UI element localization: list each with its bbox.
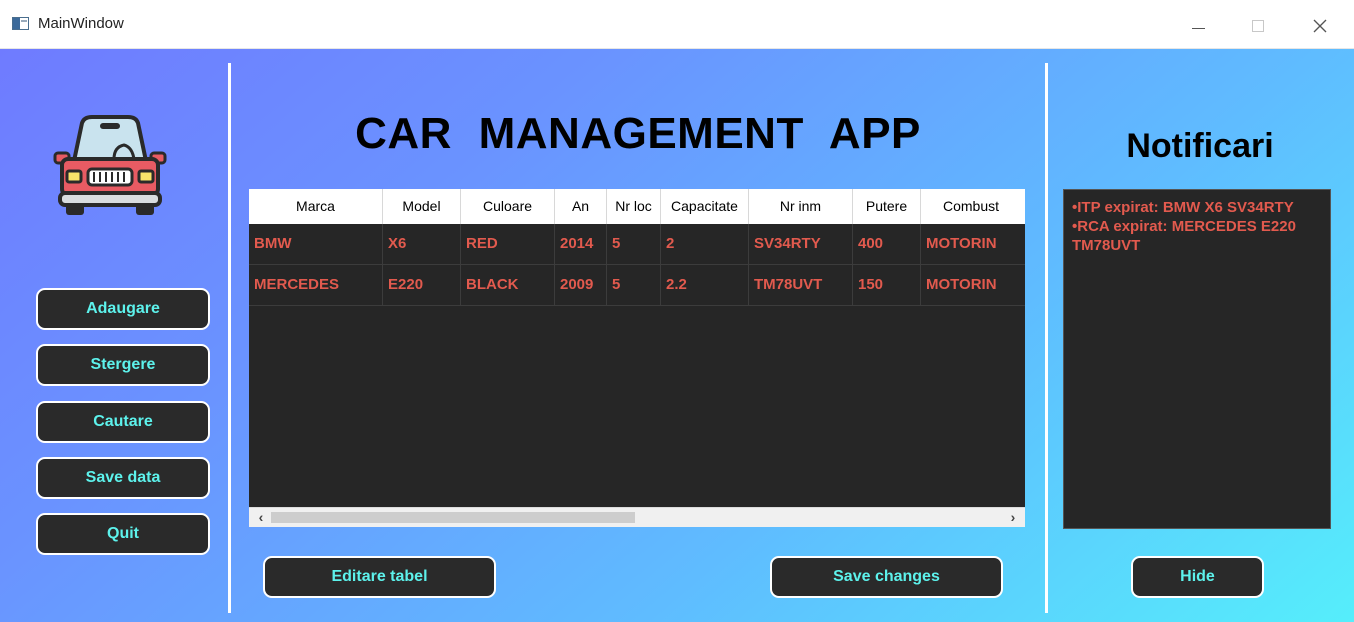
client-area: Adaugare Stergere Cautare Save data Quit… <box>0 49 1354 622</box>
quit-button[interactable]: Quit <box>36 513 210 555</box>
table-row[interactable]: MERCEDES E220 BLACK 2009 5 2.2 TM78UVT 1… <box>249 265 1025 306</box>
table-cell[interactable]: SV34RTY <box>749 224 853 264</box>
adaugare-button[interactable]: Adaugare <box>36 288 210 330</box>
hide-button[interactable]: Hide <box>1131 556 1264 598</box>
table-cell[interactable]: 5 <box>607 224 661 264</box>
window-title: MainWindow <box>38 15 124 32</box>
notifications-panel: •ITP expirat: BMW X6 SV34RTY •RCA expira… <box>1063 189 1331 529</box>
page-title: CAR MANAGEMENT APP <box>355 109 921 158</box>
chevron-left-icon[interactable]: ‹ <box>251 508 271 527</box>
close-icon <box>1313 19 1327 33</box>
notifications-title: Notificari <box>1126 127 1274 165</box>
column-header[interactable]: An <box>555 189 607 224</box>
table-cell[interactable]: MERCEDES <box>249 265 383 305</box>
column-header[interactable]: Nr loc <box>607 189 661 224</box>
notification-item: •RCA expirat: MERCEDES E220 TM78UVT <box>1072 218 1296 254</box>
table-cell[interactable]: TM78UVT <box>749 265 853 305</box>
right-divider <box>1045 63 1048 613</box>
table-cell[interactable]: 400 <box>853 224 921 264</box>
title-bar: MainWindow <box>0 0 1354 49</box>
table-cell[interactable]: MOTORIN <box>921 224 1025 264</box>
table-cell[interactable]: 5 <box>607 265 661 305</box>
table-cell[interactable]: RED <box>461 224 555 264</box>
left-divider <box>228 63 231 613</box>
table-cell[interactable]: BMW <box>249 224 383 264</box>
stergere-button[interactable]: Stergere <box>36 344 210 386</box>
main-window: MainWindow Adaugare Stergere Cautare Sav… <box>0 0 1354 622</box>
notification-item: •ITP expirat: BMW X6 SV34RTY <box>1072 199 1294 216</box>
minimize-button[interactable] <box>1170 6 1226 46</box>
column-header[interactable]: Culoare <box>461 189 555 224</box>
column-header[interactable]: Model <box>383 189 461 224</box>
close-button[interactable] <box>1292 6 1348 46</box>
car-icon <box>53 115 167 215</box>
table-cell[interactable]: BLACK <box>461 265 555 305</box>
table-body: BMW X6 RED 2014 5 2 SV34RTY 400 MOTORIN … <box>249 224 1025 306</box>
save-changes-button[interactable]: Save changes <box>770 556 1003 598</box>
column-header[interactable]: Combust <box>921 189 1025 224</box>
cautare-button[interactable]: Cautare <box>36 401 210 443</box>
chevron-right-icon[interactable]: › <box>1003 508 1023 527</box>
table-cell[interactable]: 2014 <box>555 224 607 264</box>
table-cell[interactable]: 2.2 <box>661 265 749 305</box>
app-window-icon <box>12 17 29 30</box>
table-header: Marca Model Culoare An Nr loc Capacitate… <box>249 189 1025 224</box>
table-row[interactable]: BMW X6 RED 2014 5 2 SV34RTY 400 MOTORIN <box>249 224 1025 265</box>
table-cell[interactable]: MOTORIN <box>921 265 1025 305</box>
column-header[interactable]: Capacitate <box>661 189 749 224</box>
table-cell[interactable]: 2009 <box>555 265 607 305</box>
table-cell[interactable]: 150 <box>853 265 921 305</box>
cars-table[interactable]: Marca Model Culoare An Nr loc Capacitate… <box>249 189 1025 527</box>
column-header[interactable]: Nr inm <box>749 189 853 224</box>
column-header[interactable]: Marca <box>249 189 383 224</box>
edit-table-button[interactable]: Editare tabel <box>263 556 496 598</box>
save-data-button[interactable]: Save data <box>36 457 210 499</box>
scrollbar-thumb[interactable] <box>271 512 635 523</box>
table-cell[interactable]: X6 <box>383 224 461 264</box>
maximize-button[interactable] <box>1230 6 1286 46</box>
horizontal-scrollbar[interactable]: ‹ › <box>249 507 1025 527</box>
column-header[interactable]: Putere <box>853 189 921 224</box>
table-cell[interactable]: E220 <box>383 265 461 305</box>
table-cell[interactable]: 2 <box>661 224 749 264</box>
